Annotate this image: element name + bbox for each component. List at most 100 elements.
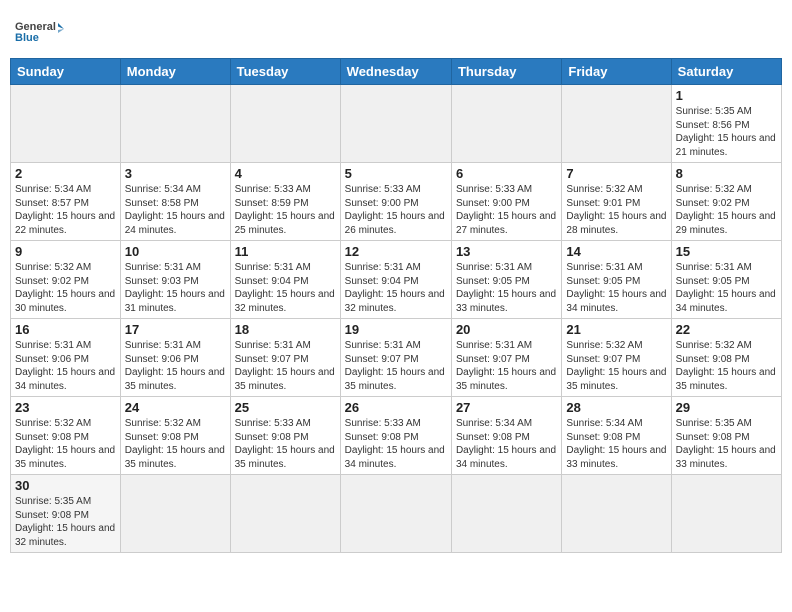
calendar-week-row: 2 Sunrise: 5:34 AM Sunset: 8:57 PM Daylig…: [11, 163, 782, 241]
day-number: 2: [15, 166, 116, 181]
day-number: 29: [676, 400, 777, 415]
day-number: 3: [125, 166, 226, 181]
calendar-cell: [230, 475, 340, 553]
calendar-cell: 21 Sunrise: 5:32 AM Sunset: 9:07 PM Dayli…: [562, 319, 671, 397]
day-number: 19: [345, 322, 447, 337]
day-number: 13: [456, 244, 557, 259]
day-info: Sunrise: 5:32 AM Sunset: 9:02 PM Dayligh…: [15, 261, 116, 315]
calendar-cell: 16 Sunrise: 5:31 AM Sunset: 9:06 PM Dayli…: [11, 319, 121, 397]
calendar-week-row: 16 Sunrise: 5:31 AM Sunset: 9:06 PM Dayli…: [11, 319, 782, 397]
day-number: 30: [15, 478, 116, 493]
day-number: 28: [566, 400, 666, 415]
calendar-cell: [671, 475, 781, 553]
day-info: Sunrise: 5:35 AM Sunset: 9:08 PM Dayligh…: [15, 495, 116, 549]
day-number: 9: [15, 244, 116, 259]
calendar-cell: [562, 475, 671, 553]
day-info: Sunrise: 5:34 AM Sunset: 8:57 PM Dayligh…: [15, 183, 116, 237]
day-number: 7: [566, 166, 666, 181]
day-info: Sunrise: 5:32 AM Sunset: 9:07 PM Dayligh…: [566, 339, 666, 393]
day-number: 25: [235, 400, 336, 415]
calendar-cell: 13Sunrise: 5:31 AM Sunset: 9:05 PM Dayli…: [451, 241, 561, 319]
day-info: Sunrise: 5:33 AM Sunset: 9:00 PM Dayligh…: [345, 183, 447, 237]
weekday-header: Thursday: [451, 59, 561, 85]
weekday-header-row: SundayMondayTuesdayWednesdayThursdayFrid…: [11, 59, 782, 85]
day-number: 12: [345, 244, 447, 259]
calendar-cell: [340, 475, 451, 553]
day-number: 20: [456, 322, 557, 337]
day-info: Sunrise: 5:32 AM Sunset: 9:08 PM Dayligh…: [15, 417, 116, 471]
calendar-cell: [120, 85, 230, 163]
day-info: Sunrise: 5:32 AM Sunset: 9:08 PM Dayligh…: [125, 417, 226, 471]
day-info: Sunrise: 5:31 AM Sunset: 9:07 PM Dayligh…: [345, 339, 447, 393]
calendar-cell: 2 Sunrise: 5:34 AM Sunset: 8:57 PM Daylig…: [11, 163, 121, 241]
day-number: 26: [345, 400, 447, 415]
day-info: Sunrise: 5:33 AM Sunset: 9:00 PM Dayligh…: [456, 183, 557, 237]
calendar-week-row: 1Sunrise: 5:35 AM Sunset: 8:56 PM Daylig…: [11, 85, 782, 163]
day-info: Sunrise: 5:32 AM Sunset: 9:02 PM Dayligh…: [676, 183, 777, 237]
day-info: Sunrise: 5:35 AM Sunset: 9:08 PM Dayligh…: [676, 417, 777, 471]
calendar-cell: 6 Sunrise: 5:33 AM Sunset: 9:00 PM Daylig…: [451, 163, 561, 241]
logo: General Blue: [14, 14, 64, 52]
calendar-cell: 26 Sunrise: 5:33 AM Sunset: 9:08 PM Dayli…: [340, 397, 451, 475]
day-info: Sunrise: 5:31 AM Sunset: 9:05 PM Dayligh…: [566, 261, 666, 315]
calendar-cell: [120, 475, 230, 553]
calendar-cell: 18 Sunrise: 5:31 AM Sunset: 9:07 PM Dayli…: [230, 319, 340, 397]
day-info: Sunrise: 5:31 AM Sunset: 9:03 PM Dayligh…: [125, 261, 226, 315]
calendar-cell: 17Sunrise: 5:31 AM Sunset: 9:06 PM Dayli…: [120, 319, 230, 397]
calendar-cell: 30 Sunrise: 5:35 AM Sunset: 9:08 PM Dayli…: [11, 475, 121, 553]
day-number: 18: [235, 322, 336, 337]
day-number: 21: [566, 322, 666, 337]
day-info: Sunrise: 5:32 AM Sunset: 9:01 PM Dayligh…: [566, 183, 666, 237]
calendar-cell: 7 Sunrise: 5:32 AM Sunset: 9:01 PM Daylig…: [562, 163, 671, 241]
calendar-cell: [562, 85, 671, 163]
calendar-cell: [451, 475, 561, 553]
calendar-cell: 23Sunrise: 5:32 AM Sunset: 9:08 PM Dayli…: [11, 397, 121, 475]
weekday-header: Sunday: [11, 59, 121, 85]
calendar-week-row: 30 Sunrise: 5:35 AM Sunset: 9:08 PM Dayli…: [11, 475, 782, 553]
calendar-cell: 12 Sunrise: 5:31 AM Sunset: 9:04 PM Dayli…: [340, 241, 451, 319]
day-info: Sunrise: 5:31 AM Sunset: 9:04 PM Dayligh…: [345, 261, 447, 315]
day-number: 14: [566, 244, 666, 259]
calendar-cell: 24 Sunrise: 5:32 AM Sunset: 9:08 PM Dayli…: [120, 397, 230, 475]
day-info: Sunrise: 5:33 AM Sunset: 9:08 PM Dayligh…: [235, 417, 336, 471]
calendar-week-row: 9 Sunrise: 5:32 AM Sunset: 9:02 PM Daylig…: [11, 241, 782, 319]
day-info: Sunrise: 5:31 AM Sunset: 9:04 PM Dayligh…: [235, 261, 336, 315]
day-number: 17: [125, 322, 226, 337]
calendar-cell: [451, 85, 561, 163]
day-number: 10: [125, 244, 226, 259]
calendar-cell: 5 Sunrise: 5:33 AM Sunset: 9:00 PM Daylig…: [340, 163, 451, 241]
weekday-header: Tuesday: [230, 59, 340, 85]
calendar-cell: 29 Sunrise: 5:35 AM Sunset: 9:08 PM Dayli…: [671, 397, 781, 475]
calendar-cell: [340, 85, 451, 163]
calendar-cell: 3 Sunrise: 5:34 AM Sunset: 8:58 PM Daylig…: [120, 163, 230, 241]
day-number: 22: [676, 322, 777, 337]
day-number: 6: [456, 166, 557, 181]
day-info: Sunrise: 5:31 AM Sunset: 9:05 PM Dayligh…: [676, 261, 777, 315]
calendar-cell: 10 Sunrise: 5:31 AM Sunset: 9:03 PM Dayli…: [120, 241, 230, 319]
calendar-cell: 8Sunrise: 5:32 AM Sunset: 9:02 PM Daylig…: [671, 163, 781, 241]
day-number: 5: [345, 166, 447, 181]
calendar-header: General Blue: [10, 10, 782, 52]
svg-text:Blue: Blue: [15, 32, 39, 44]
day-number: 27: [456, 400, 557, 415]
calendar-cell: 14 Sunrise: 5:31 AM Sunset: 9:05 PM Dayli…: [562, 241, 671, 319]
day-number: 15: [676, 244, 777, 259]
weekday-header: Friday: [562, 59, 671, 85]
svg-text:General: General: [15, 21, 56, 33]
day-info: Sunrise: 5:34 AM Sunset: 8:58 PM Dayligh…: [125, 183, 226, 237]
calendar-cell: 20Sunrise: 5:31 AM Sunset: 9:07 PM Dayli…: [451, 319, 561, 397]
calendar-cell: 11Sunrise: 5:31 AM Sunset: 9:04 PM Dayli…: [230, 241, 340, 319]
weekday-header: Monday: [120, 59, 230, 85]
logo-svg: General Blue: [14, 14, 64, 52]
day-info: Sunrise: 5:31 AM Sunset: 9:06 PM Dayligh…: [15, 339, 116, 393]
day-number: 16: [15, 322, 116, 337]
day-number: 4: [235, 166, 336, 181]
day-number: 1: [676, 88, 777, 103]
calendar-cell: 4 Sunrise: 5:33 AM Sunset: 8:59 PM Daylig…: [230, 163, 340, 241]
day-number: 24: [125, 400, 226, 415]
weekday-header: Saturday: [671, 59, 781, 85]
day-info: Sunrise: 5:31 AM Sunset: 9:07 PM Dayligh…: [235, 339, 336, 393]
day-info: Sunrise: 5:33 AM Sunset: 9:08 PM Dayligh…: [345, 417, 447, 471]
calendar-cell: [230, 85, 340, 163]
day-info: Sunrise: 5:33 AM Sunset: 8:59 PM Dayligh…: [235, 183, 336, 237]
